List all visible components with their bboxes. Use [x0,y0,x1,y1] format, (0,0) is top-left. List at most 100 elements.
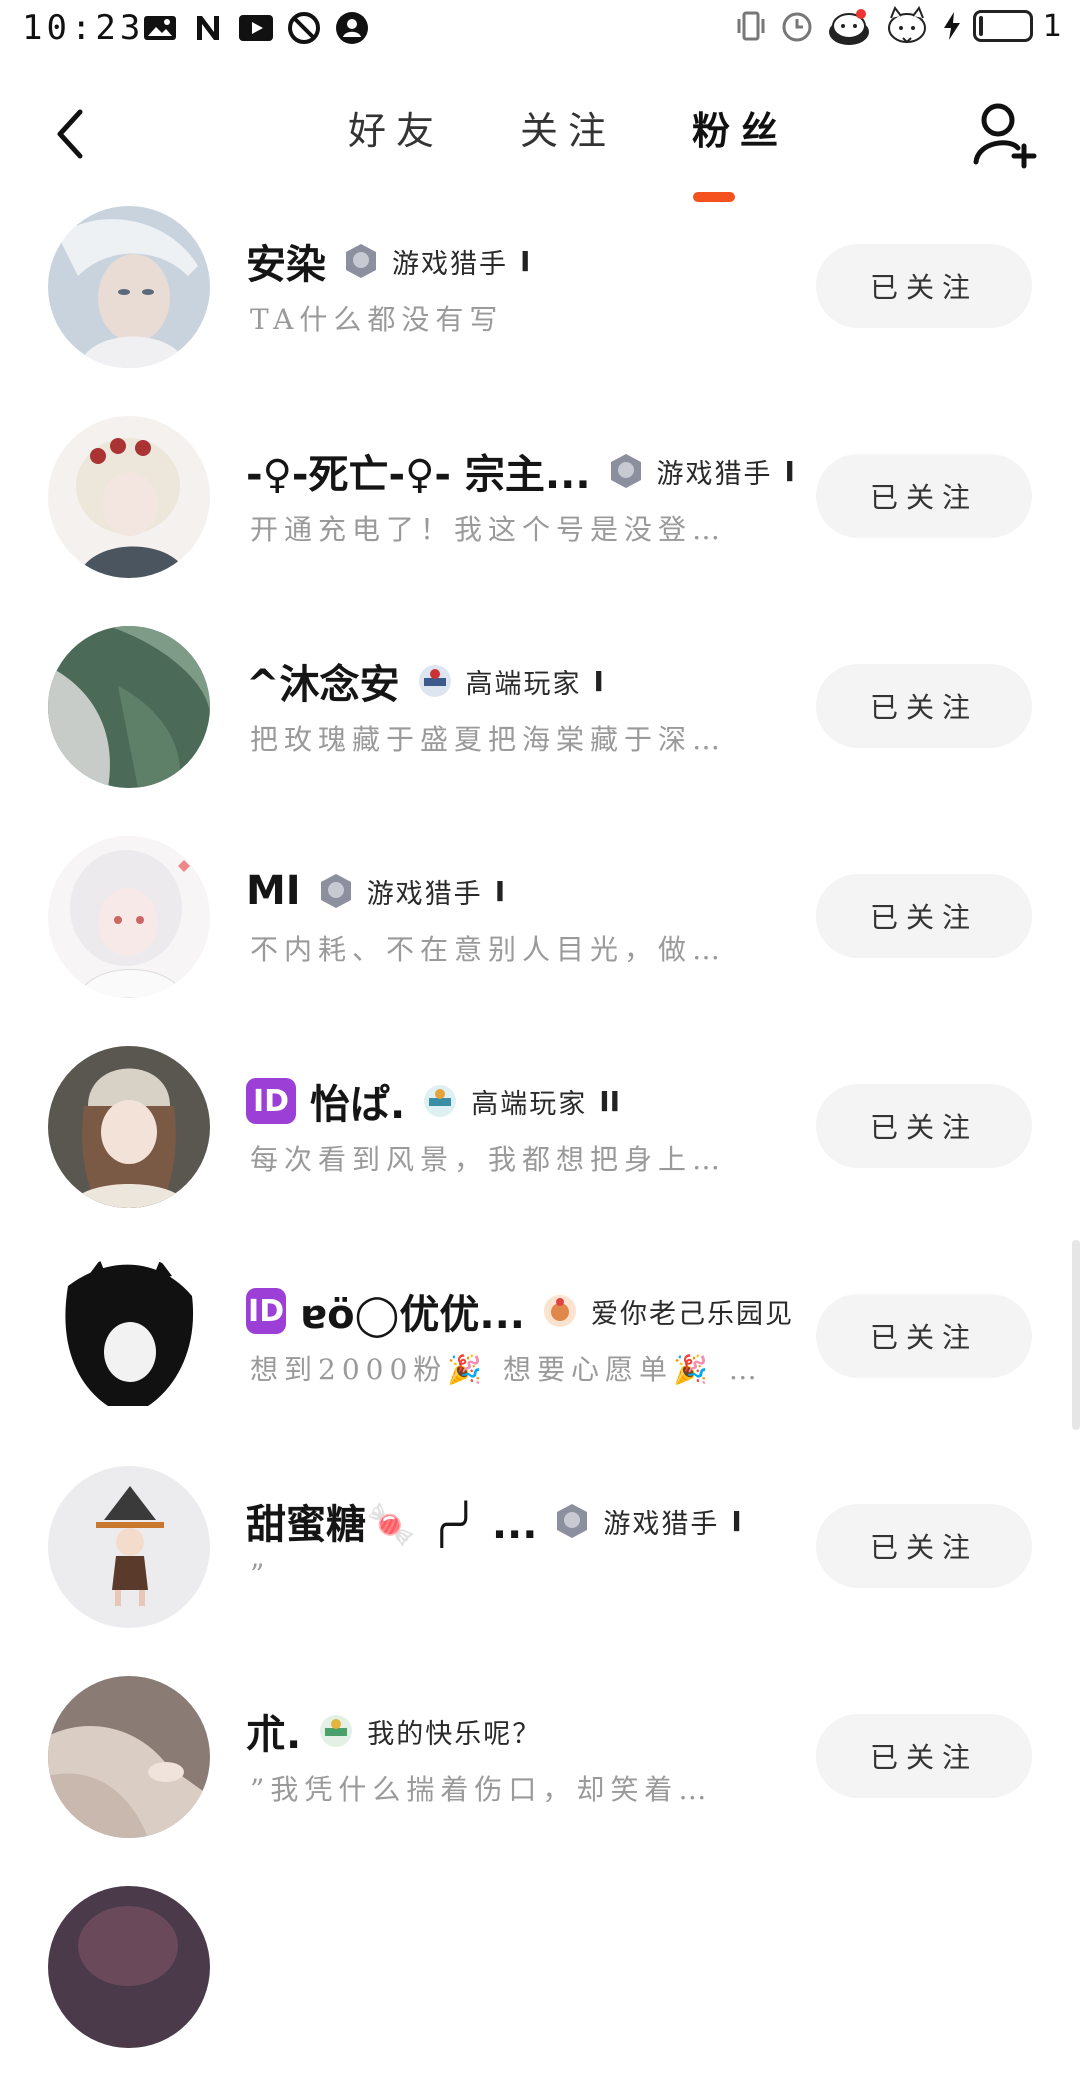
avatar[interactable] [48,836,210,998]
nickname: 甜蜜糖🍬 ╭╯ ... [246,1502,538,1548]
level-tier: I [593,664,604,698]
level-badge-icon [424,1085,457,1117]
image-notification-icon [142,10,178,46]
status-bar: 10:23 1 [0,0,1080,60]
bio: 把玫瑰藏于盛夏把海棠藏于深… [250,723,727,756]
nickname: MI [246,868,301,914]
nickname: -♀-死亡-♀- 宗主... [246,452,591,498]
level-badge-icon [418,665,451,697]
avatar[interactable] [48,626,210,788]
name-line: 朮. 我的快乐呢？ [246,1704,553,1758]
tab-bar: 好友 关注 粉丝 [310,100,826,172]
id-badge: ID [246,1288,287,1334]
top-nav: 好友 关注 粉丝 [0,70,1080,210]
list-item[interactable] [0,1880,1080,2090]
name-line: 甜蜜糖🍬 ╭╯ ... 游戏猎手 I [246,1494,742,1548]
nickname: 怡ぱ. [310,1082,406,1128]
tab-following[interactable]: 关注 [482,100,654,172]
level-badge-icon [320,874,351,908]
list-item[interactable]: MI 游戏猎手 I 不内耗、不在意别人目光，做… 已关注 [0,830,1080,1040]
do-not-disturb-icon [286,10,322,46]
chevron-left-icon [57,109,83,159]
followed-button[interactable]: 已关注 [816,1084,1032,1168]
hello-kitty-icon [825,8,873,45]
tab-fans[interactable]: 粉丝 [654,100,826,172]
add-user-icon [973,103,1037,169]
name-line: MI 游戏猎手 I [246,864,505,918]
avatar[interactable] [48,416,210,578]
alarm-icon [779,8,815,44]
level-badge-icon [346,244,376,278]
followed-button[interactable]: 已关注 [816,874,1032,958]
id-badge: ID [246,1078,296,1124]
level-tag: 我的快乐呢？ [367,1718,542,1750]
status-time: 10:23 [22,8,145,48]
avatar[interactable] [48,1886,210,2048]
avatar[interactable] [48,1466,210,1628]
level-tier: II [599,1084,621,1118]
level-tag: 高端玩家 [471,1088,588,1120]
name-line: ^沐念安 高端玩家 I [246,654,604,708]
bio: ”我凭什么揣着伤口，却笑着… [250,1773,713,1806]
list-item[interactable]: 甜蜜糖🍬 ╭╯ ... 游戏猎手 I ” 已关注 [0,1460,1080,1670]
battery-percent: 1 [1042,8,1062,44]
bio: TA什么都没有写 [250,303,504,336]
followed-button[interactable]: 已关注 [816,244,1032,328]
level-tier: I [520,244,531,278]
followed-button[interactable]: 已关注 [816,1504,1032,1588]
followed-button[interactable]: 已关注 [816,454,1032,538]
n-app-icon [190,10,226,46]
list-item[interactable]: ^沐念安 高端玩家 I 把玫瑰藏于盛夏把海棠藏于深… 已关注 [0,620,1080,830]
list-item[interactable]: 安染 游戏猎手 I TA什么都没有写 已关注 [0,200,1080,410]
level-badge-icon [557,1504,588,1538]
status-notifications [142,10,370,46]
add-friend-button[interactable] [970,100,1040,170]
name-line: ID 怡ぱ. 高端玩家 II [246,1074,620,1128]
list-item[interactable]: ID 怡ぱ. 高端玩家 II 每次看到风景，我都想把身上… 已关注 [0,1040,1080,1250]
tab-friends[interactable]: 好友 [310,100,482,172]
bio: ” [250,1558,271,1591]
list-item[interactable]: ID ɐö◯优优... 爱你老己乐园见 想到2000粉🎉 想要心愿单🎉 … 已关… [0,1250,1080,1460]
back-button[interactable] [44,104,104,164]
nickname: ɐö◯优优... [300,1292,525,1338]
level-tier: I [731,1504,742,1538]
list-item[interactable]: 朮. 我的快乐呢？ ”我凭什么揣着伤口，却笑着… 已关注 [0,1670,1080,1880]
bio: 不内耗、不在意别人目光，做… [250,933,727,966]
level-tag: 游戏猎手 [656,458,773,490]
level-badge-icon [320,1715,353,1747]
nickname: ^沐念安 [246,662,400,708]
nickname: 安染 [246,242,326,288]
level-tag: 游戏猎手 [392,248,508,280]
scrollbar[interactable] [1072,1240,1080,1430]
name-line: -♀-死亡-♀- 宗主... 游戏猎手 I [246,444,795,498]
level-tier: I [784,454,795,488]
status-system-icons: 1 [733,6,1062,45]
name-line: 安染 游戏猎手 I [246,234,530,288]
avatar[interactable] [48,1676,210,1838]
avatar[interactable] [48,1256,210,1418]
account-icon [334,10,370,46]
followed-button[interactable]: 已关注 [816,1714,1032,1798]
charging-icon [941,8,963,44]
bio: 想到2000粉🎉 想要心愿单🎉 … [250,1353,763,1386]
list-item[interactable]: -♀-死亡-♀- 宗主... 游戏猎手 I 开通充电了！我这个号是没登… 已关注 [0,410,1080,620]
level-badge-icon [544,1295,576,1327]
nickname: 朮. [246,1712,302,1758]
battery-icon [972,10,1033,42]
hello-kitty-icon-2 [883,6,931,44]
followed-button[interactable]: 已关注 [816,664,1032,748]
bio: 每次看到风景，我都想把身上… [250,1143,727,1176]
avatar[interactable] [48,1046,210,1208]
avatar[interactable] [48,206,210,368]
level-tag: 高端玩家 [465,668,582,700]
name-line: ID ɐö◯优优... 爱你老己乐园见 [246,1284,806,1338]
bio: 开通充电了！我这个号是没登… [250,513,727,546]
level-tag: 爱你老己乐园见 [591,1298,794,1330]
followed-button[interactable]: 已关注 [816,1294,1032,1378]
vibrate-icon [733,8,769,44]
level-tag: 游戏猎手 [603,1508,720,1540]
level-tier: I [494,874,506,908]
youtube-icon [238,10,274,46]
fans-list: 安染 游戏猎手 I TA什么都没有写 已关注 -♀-死亡-♀- 宗主... 游戏… [0,200,1080,2090]
level-tag: 游戏猎手 [366,878,483,910]
